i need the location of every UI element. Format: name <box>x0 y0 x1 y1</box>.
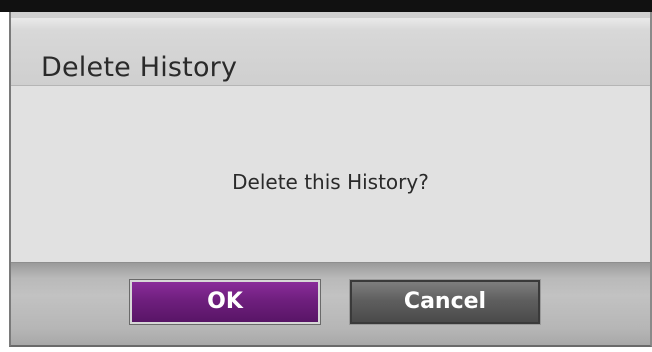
ok-button[interactable]: OK <box>129 279 321 325</box>
cancel-button[interactable]: Cancel <box>349 279 541 325</box>
screen: Delete History Delete this History? OK C… <box>0 0 652 352</box>
dialog-button-bar: OK Cancel <box>11 262 650 345</box>
dialog-title-bar: Delete History <box>11 12 650 86</box>
delete-history-dialog: Delete History Delete this History? OK C… <box>9 12 652 347</box>
top-bezel <box>0 0 652 12</box>
dialog-title: Delete History <box>41 52 238 83</box>
confirmation-message: Delete this History? <box>232 170 429 194</box>
dialog-body: Delete this History? <box>11 86 650 262</box>
